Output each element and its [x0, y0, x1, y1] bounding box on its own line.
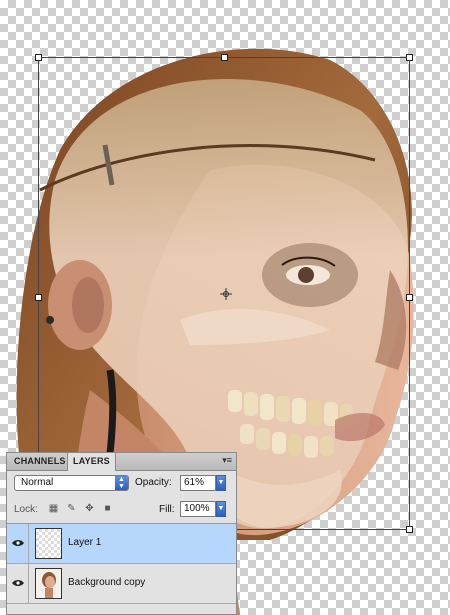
transform-handle-top-center[interactable] — [221, 54, 228, 61]
eye-icon — [12, 580, 24, 586]
layers-panel: CHANNELS LAYERS ▾≡ Normal ▲ ▼ Opacity: 61… — [6, 452, 237, 615]
reference-point-icon[interactable] — [220, 288, 232, 300]
lock-paint-icon[interactable]: ✎ — [66, 503, 77, 514]
lock-move-icon[interactable]: ✥ — [84, 503, 95, 514]
lock-transparent-icon[interactable]: ▦ — [48, 503, 59, 514]
visibility-toggle[interactable] — [7, 524, 29, 563]
portrait-thumbnail-icon — [36, 569, 61, 598]
fill-label: Fill: — [159, 504, 175, 515]
lock-all-icon[interactable]: ■ — [102, 503, 113, 514]
opacity-dropdown-icon[interactable]: ▼ — [216, 475, 226, 491]
transform-handle-top-right[interactable] — [406, 54, 413, 61]
visibility-toggle[interactable] — [7, 564, 29, 603]
fill-dropdown-icon[interactable]: ▼ — [216, 501, 226, 517]
lock-label: Lock: — [14, 504, 38, 515]
layer-thumbnail — [35, 528, 62, 559]
layer-row-layer-1[interactable]: Layer 1 — [7, 524, 236, 564]
layer-thumbnail — [35, 568, 62, 599]
transform-handle-middle-right[interactable] — [406, 294, 413, 301]
select-arrows-icon: ▲ ▼ — [115, 476, 128, 490]
fill-input[interactable]: 100% — [180, 501, 216, 517]
panel-menu-icon[interactable]: ▾≡ — [222, 455, 232, 466]
panel-tab-bar: CHANNELS LAYERS ▾≡ — [7, 453, 236, 471]
transform-handle-middle-left[interactable] — [35, 294, 42, 301]
layer-list: Layer 1 Background copy — [7, 523, 236, 614]
tab-layers[interactable]: LAYERS — [67, 453, 116, 471]
layer-name[interactable]: Background copy — [68, 577, 145, 588]
transform-handle-top-left[interactable] — [35, 54, 42, 61]
layer-row-background-copy[interactable]: Background copy — [7, 564, 236, 604]
opacity-input[interactable]: 61% — [180, 475, 216, 491]
transform-handle-bottom-right[interactable] — [406, 526, 413, 533]
blend-mode-select[interactable]: Normal ▲ ▼ — [14, 475, 129, 491]
blend-mode-value: Normal — [21, 477, 54, 488]
tab-channels[interactable]: CHANNELS — [9, 453, 71, 470]
eye-icon — [12, 540, 24, 546]
layer-name[interactable]: Layer 1 — [68, 537, 101, 548]
opacity-label: Opacity: — [135, 477, 172, 488]
